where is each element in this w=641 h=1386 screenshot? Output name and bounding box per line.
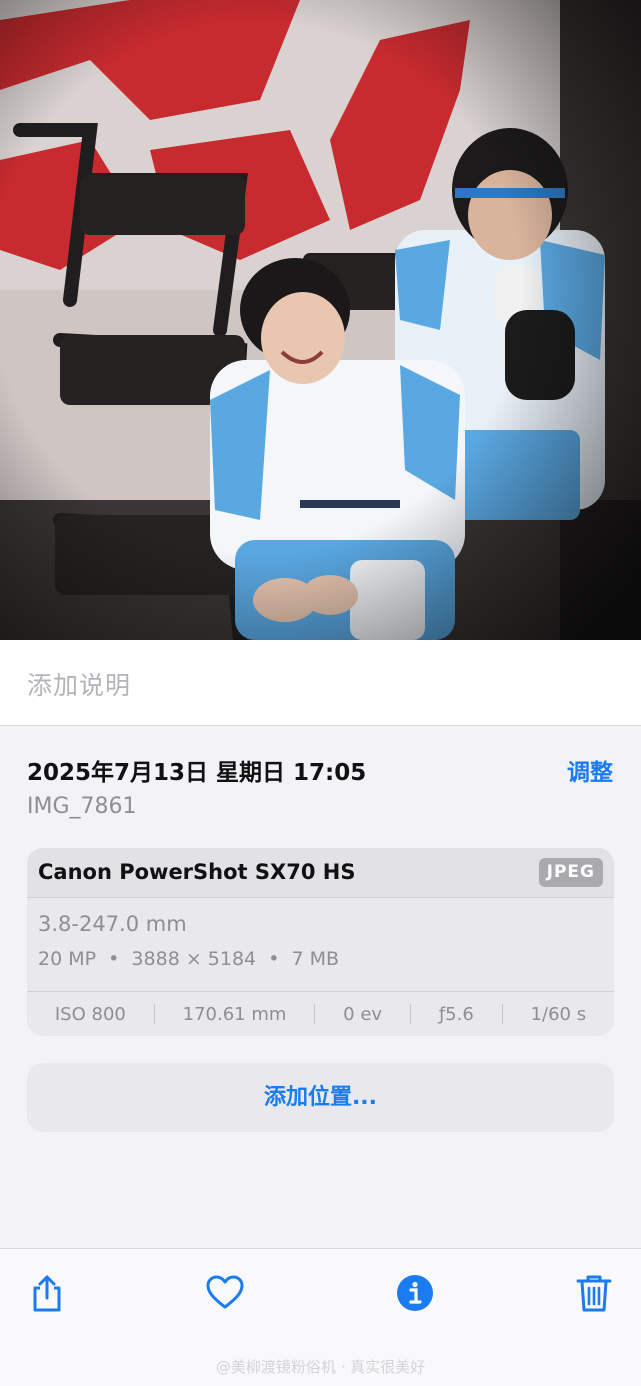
exif-iso: ISO 800 [54, 1003, 126, 1025]
favorite-button[interactable] [205, 1273, 245, 1313]
adjust-button[interactable]: 调整 [567, 753, 613, 787]
info-button[interactable] [395, 1273, 435, 1313]
camera-model: Canon PowerShot SX70 HS [38, 860, 356, 884]
add-location-button[interactable]: 添加位置... [27, 1063, 614, 1132]
exif-aperture: ƒ5.6 [438, 1003, 474, 1025]
heart-icon [206, 1275, 244, 1309]
photo-preview[interactable] [0, 0, 641, 640]
image-specs: 20 MP • 3888 × 5184 • 7 MB [38, 948, 340, 970]
photo-illustration [0, 0, 641, 640]
share-icon [33, 1275, 61, 1312]
metadata-card: Canon PowerShot SX70 HS JPEG 3.8-247.0 m… [27, 848, 614, 1036]
info-icon [397, 1275, 433, 1311]
caption-field[interactable]: 添加说明 [0, 640, 641, 726]
photo-info-screen: 添加说明 2025年7月13日 星期日 17:05 调整 IMG_7861 Ca… [0, 0, 641, 1386]
trash-icon [576, 1275, 612, 1312]
share-button[interactable] [27, 1273, 67, 1313]
exif-shutter: 1/60 s [530, 1003, 587, 1025]
metadata-header: Canon PowerShot SX70 HS JPEG [27, 848, 614, 898]
capture-date-time: 2025年7月13日 星期日 17:05 [27, 760, 367, 786]
file-name: IMG_7861 [27, 794, 137, 819]
lens-info: 3.8-247.0 mm [38, 912, 187, 936]
exif-row: ISO 800 170.61 mm 0 ev ƒ5.6 1/60 s [27, 991, 614, 1036]
watermark: @美柳渡镜粉俗机 · 真实很美好 [215, 1358, 426, 1376]
exif-exposure: 0 ev [343, 1003, 383, 1025]
format-badge: JPEG [538, 858, 603, 887]
exif-focal-length: 170.61 mm [182, 1003, 287, 1025]
delete-button[interactable] [574, 1273, 614, 1313]
caption-placeholder[interactable]: 添加说明 [27, 666, 131, 702]
